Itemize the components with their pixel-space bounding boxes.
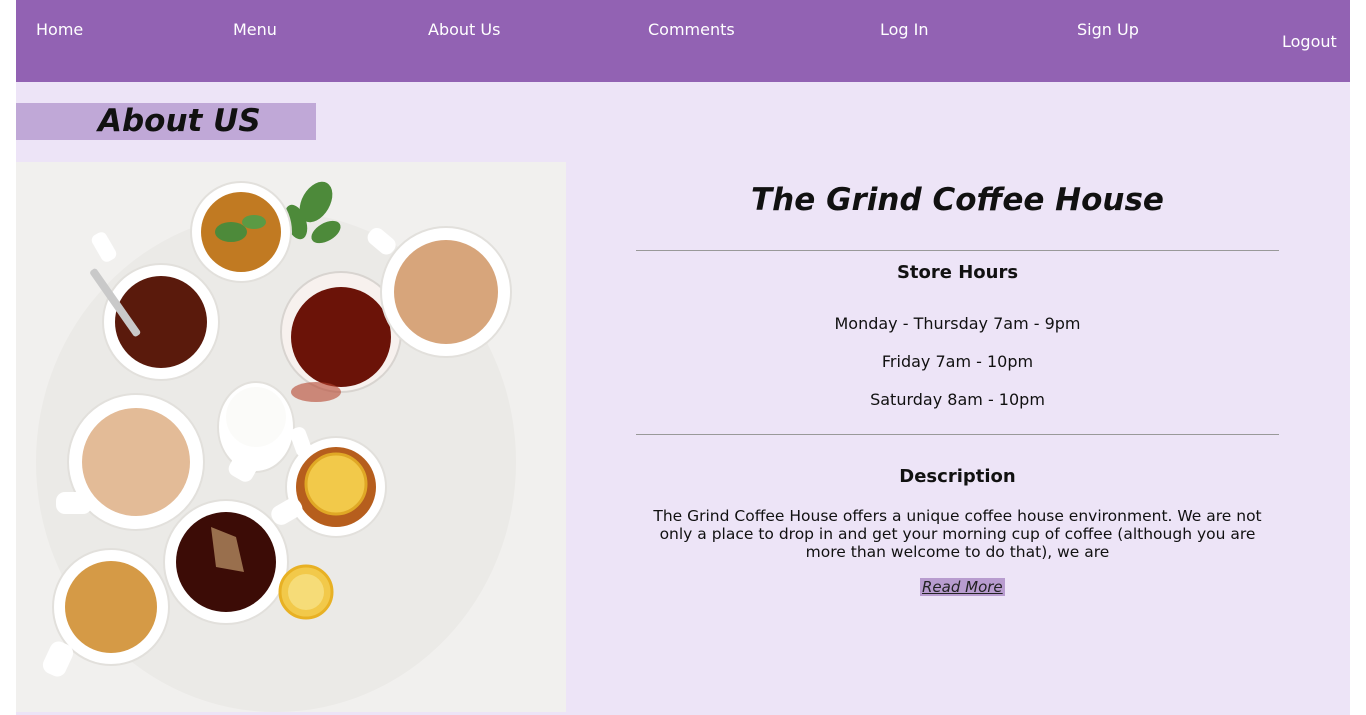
tea-cups-photo — [16, 162, 566, 712]
top-navbar: Home Menu About Us Comments Log In Sign … — [16, 0, 1350, 82]
nav-comments-link[interactable]: Comments — [648, 20, 735, 39]
nav-login-link[interactable]: Log In — [880, 20, 929, 39]
description-text: The Grind Coffee House offers a unique c… — [653, 507, 1262, 561]
divider — [636, 250, 1279, 251]
about-title-bar: About US — [16, 103, 316, 140]
hours-saturday: Saturday 8am - 10pm — [870, 390, 1045, 409]
divider — [636, 434, 1279, 435]
about-title: About US — [98, 103, 261, 139]
cafe-name-heading: The Grind Coffee House — [751, 182, 1164, 218]
nav-signup-link[interactable]: Sign Up — [1077, 20, 1139, 39]
description-heading: Description — [899, 466, 1016, 487]
nav-menu-link[interactable]: Menu — [233, 20, 277, 39]
nav-about-link[interactable]: About Us — [428, 20, 500, 39]
store-hours-heading: Store Hours — [896, 262, 1019, 283]
nav-logout-link[interactable]: Logout — [1282, 32, 1337, 51]
page-container: Home Menu About Us Comments Log In Sign … — [16, 0, 1350, 715]
hours-friday: Friday 7am - 10pm — [881, 352, 1034, 371]
nav-home-link[interactable]: Home — [36, 20, 83, 39]
read-more-link[interactable]: Read More — [920, 578, 1005, 596]
tea-cups-illustration — [16, 162, 566, 712]
hours-weekday: Monday - Thursday 7am - 9pm — [834, 314, 1081, 333]
